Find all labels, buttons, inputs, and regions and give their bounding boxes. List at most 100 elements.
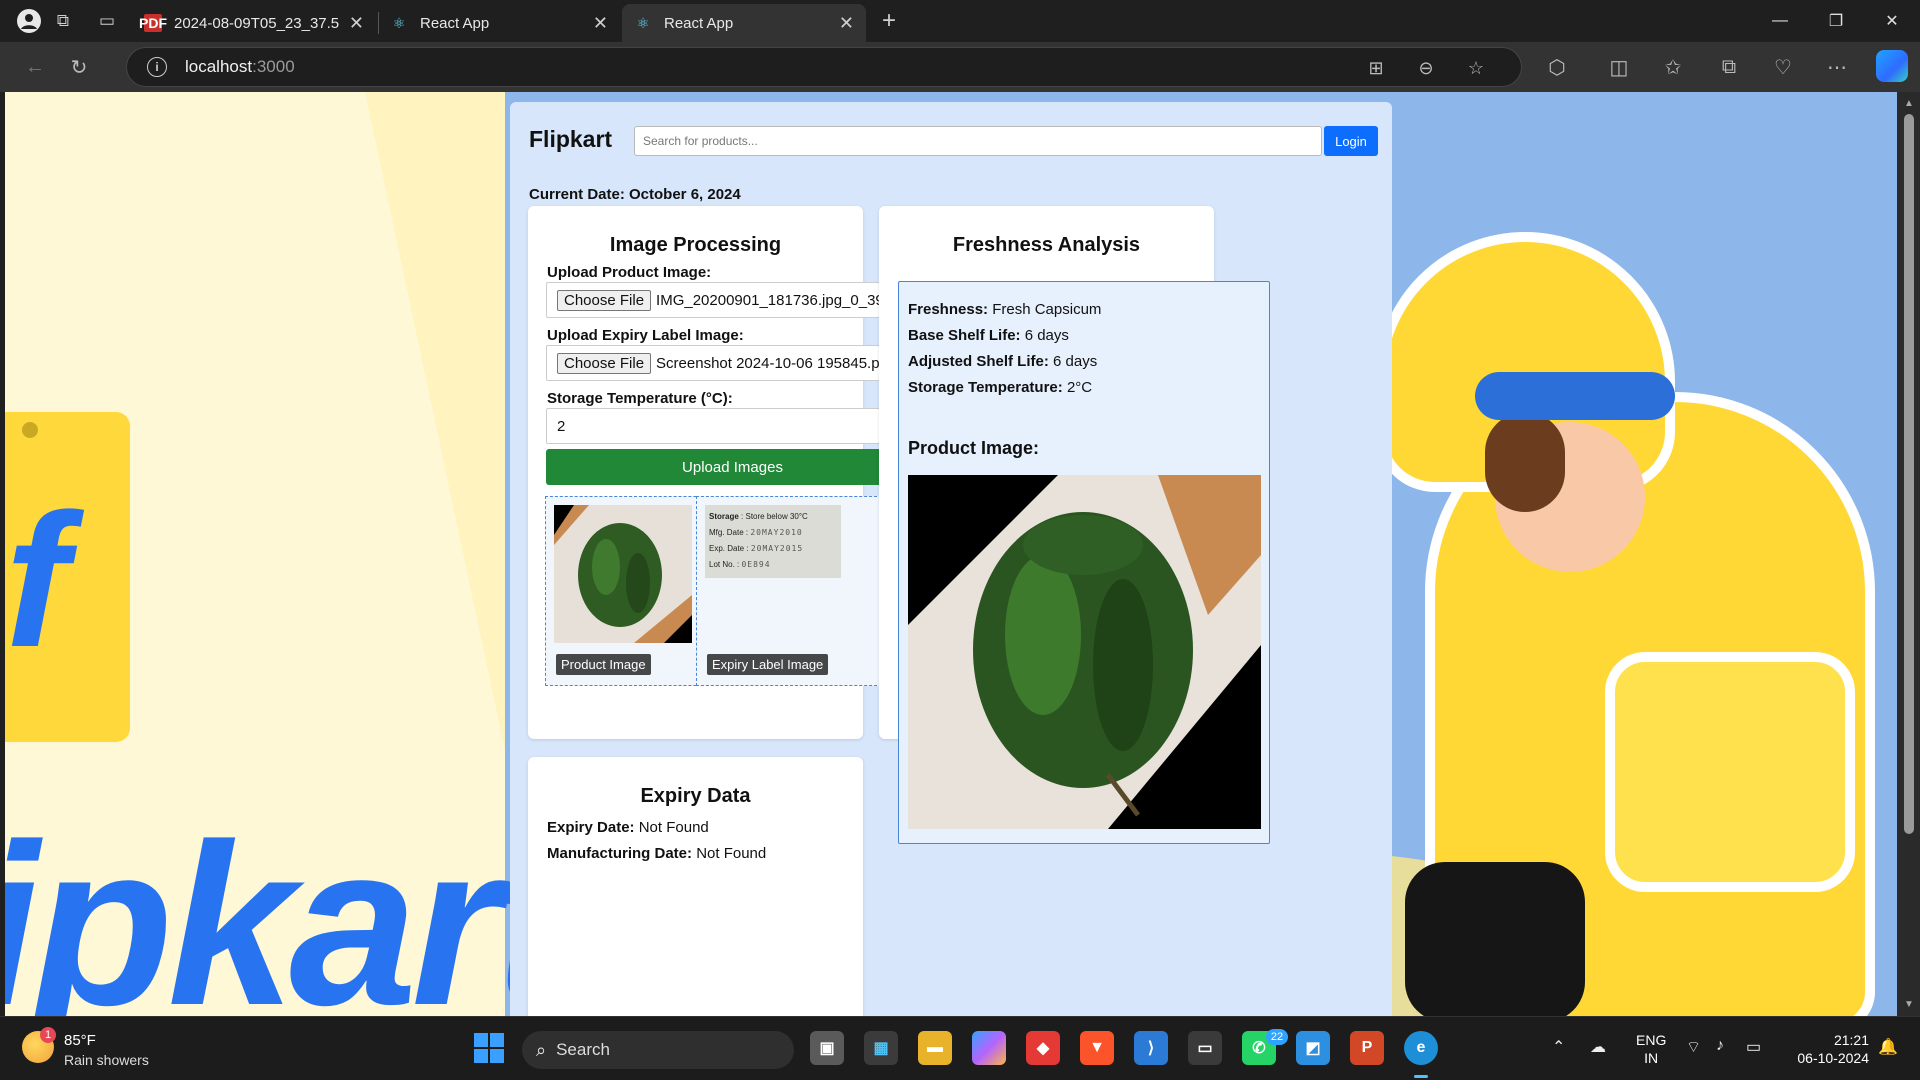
label-value: : Store below 30°C xyxy=(741,512,808,521)
login-button[interactable]: Login xyxy=(1324,126,1378,156)
language-code: ENG xyxy=(1636,1032,1667,1048)
label-key: Lot No. xyxy=(709,560,735,569)
expiry-label-preview: Storage : Store below 30°C Mfg. Date : 2… xyxy=(696,496,882,686)
app-available-icon[interactable]: ⊞ xyxy=(1359,51,1393,85)
info-icon[interactable]: i xyxy=(147,57,167,77)
storage-temperature-input[interactable] xyxy=(546,408,936,444)
scroll-down-icon[interactable]: ▼ xyxy=(1901,996,1917,1012)
notification-bell-icon[interactable]: 🔔 xyxy=(1878,1037,1898,1057)
powerpoint-icon[interactable]: P xyxy=(1350,1031,1384,1065)
address-port: :3000 xyxy=(252,57,295,76)
system-clock[interactable]: 21:21 06-10-2024 xyxy=(1785,1031,1869,1067)
edge-browser-icon[interactable]: e xyxy=(1404,1031,1438,1065)
tab-label: React App xyxy=(420,14,490,32)
label-value: 20MAY2015 xyxy=(750,544,804,553)
info-key: Storage Temperature: xyxy=(908,379,1063,396)
profile-icon[interactable] xyxy=(14,6,44,36)
base-shelf-life-line: Base Shelf Life: 6 days xyxy=(908,327,1069,344)
bag-rivet xyxy=(22,422,38,438)
task-view-icon[interactable]: ▣ xyxy=(810,1031,844,1065)
new-tab-icon[interactable]: + xyxy=(874,6,904,36)
app-header: Flipkart Login xyxy=(510,102,1392,162)
info-value: Not Found xyxy=(696,845,767,862)
scroll-thumb[interactable] xyxy=(1904,114,1914,834)
weather-description[interactable]: Rain showers xyxy=(64,1052,149,1068)
label-value: 0E894 xyxy=(741,560,771,569)
card-title: Freshness Analysis xyxy=(952,234,1141,256)
diamond-app-icon[interactable]: ◆ xyxy=(1026,1031,1060,1065)
language-indicator[interactable]: ENG IN xyxy=(1636,1031,1666,1067)
minimize-icon[interactable]: — xyxy=(1752,0,1808,42)
favorites-icon[interactable]: ✩ xyxy=(1656,50,1690,84)
terminal-icon[interactable]: ▭ xyxy=(1188,1031,1222,1065)
file-explorer-icon[interactable]: ▬ xyxy=(918,1031,952,1065)
taskbar-search[interactable]: ⌕ Search xyxy=(522,1031,794,1069)
choose-file-button[interactable]: Choose File xyxy=(557,352,652,374)
page-scrollbar[interactable]: ▲ ▼ xyxy=(1897,92,1920,1016)
onedrive-icon[interactable]: ☁ xyxy=(1590,1037,1606,1057)
vscode-icon[interactable]: ⟩ xyxy=(1134,1031,1168,1065)
pdf-icon: PDF xyxy=(139,14,167,32)
tab-react-app-1[interactable]: ⚛ React App ✕ xyxy=(378,4,620,42)
storage-temperature-label: Storage Temperature (°C): xyxy=(547,390,733,407)
search-input[interactable] xyxy=(634,126,1322,156)
refresh-icon[interactable]: ↻ xyxy=(62,50,96,84)
tab-label: 2024-08-09T05_23_37.502Z-Idea xyxy=(174,14,339,32)
restore-icon[interactable]: ❐ xyxy=(1808,0,1864,42)
address-text[interactable]: localhost:3000 xyxy=(185,57,295,77)
tab-react-app-2[interactable]: ⚛ React App ✕ xyxy=(622,4,866,42)
info-value: 6 days xyxy=(1053,353,1098,370)
brand-logo[interactable]: Flipkart xyxy=(529,126,612,153)
image-processing-card: Image Processing Upload Product Image: C… xyxy=(528,206,936,739)
brave-browser-icon[interactable]: ▼ xyxy=(1080,1031,1114,1065)
react-icon: ⚛ xyxy=(636,14,650,31)
card-title: Image Processing xyxy=(609,234,782,256)
windows-taskbar: 1 85°F Rain showers ⌕ Search ▣ ▦ ▬ ◆ ▼ ⟩… xyxy=(0,1016,1920,1080)
more-menu-icon[interactable]: ⋯ xyxy=(1820,50,1854,84)
window-close-icon[interactable]: ✕ xyxy=(1864,0,1920,42)
battery-icon[interactable]: ▭ xyxy=(1746,1037,1761,1057)
microsoft-store-icon[interactable]: ▦ xyxy=(864,1031,898,1065)
close-icon[interactable]: ✕ xyxy=(839,13,854,34)
tab-pdf[interactable]: PDF 2024-08-09T05_23_37.502Z-Idea ✕ xyxy=(132,4,376,42)
close-icon[interactable]: ✕ xyxy=(349,13,364,34)
address-host: localhost xyxy=(185,57,253,76)
copilot-app-icon[interactable] xyxy=(972,1031,1006,1065)
back-icon[interactable]: ← xyxy=(18,50,52,84)
expiry-image-label: Upload Expiry Label Image: xyxy=(547,327,744,344)
product-file-input[interactable]: Choose File IMG_20200901_181736.jpg_0_39… xyxy=(546,282,936,318)
label-key: Storage xyxy=(709,512,739,521)
volume-icon[interactable]: ♪ xyxy=(1716,1037,1724,1055)
product-image-title: Product Image: xyxy=(908,438,1040,458)
zoom-out-icon[interactable]: ⊖ xyxy=(1409,51,1443,85)
weather-badge: 1 xyxy=(40,1027,56,1043)
page-viewport: f ipkart Flipkart Login Current Date: Oc… xyxy=(5,92,1897,1016)
vertical-tabs-icon[interactable]: ▭ xyxy=(92,6,122,36)
upload-images-button[interactable]: Upload Images xyxy=(546,449,919,485)
photos-icon[interactable]: ◩ xyxy=(1296,1031,1330,1065)
address-bar[interactable]: i localhost:3000 ⊞ ⊖ ☆ xyxy=(126,47,1522,87)
weather-temperature[interactable]: 85°F xyxy=(64,1032,96,1049)
label-key: Mfg. Date xyxy=(709,528,744,537)
expiry-file-input[interactable]: Choose File Screenshot 2024-10-06 195845… xyxy=(546,345,936,381)
copilot-icon[interactable] xyxy=(1876,50,1908,82)
rider-hair-graphic xyxy=(1485,412,1565,512)
freshness-line: Freshness: Fresh Capsicum xyxy=(908,301,1101,318)
info-key: Freshness: xyxy=(908,301,989,318)
browser-toolbar: ← ↻ i localhost:3000 ⊞ ⊖ ☆ ⬡ ◫ ✩ ⧉ ♡ ⋯ xyxy=(0,42,1920,92)
collections-icon[interactable]: ⧉ xyxy=(1712,50,1746,84)
choose-file-button[interactable]: Choose File xyxy=(557,289,652,311)
scroll-up-icon[interactable]: ▲ xyxy=(1901,95,1917,111)
windows-start-icon[interactable] xyxy=(474,1033,504,1063)
region-code: IN xyxy=(1644,1050,1659,1066)
hidden-icons-chevron-icon[interactable]: ⌃ xyxy=(1552,1037,1565,1057)
split-screen-icon[interactable]: ◫ xyxy=(1602,50,1636,84)
close-icon[interactable]: ✕ xyxy=(593,13,608,34)
extensions-icon[interactable]: ⬡ xyxy=(1540,50,1574,84)
background-logo-text: ipkart xyxy=(5,796,571,1016)
tab-label: React App xyxy=(664,14,734,32)
browser-essentials-icon[interactable]: ♡ xyxy=(1766,50,1800,84)
workspaces-icon[interactable]: ⧉ xyxy=(48,6,78,36)
favorite-star-icon[interactable]: ☆ xyxy=(1459,51,1493,85)
wifi-icon[interactable]: ⌔ xyxy=(1686,1037,1701,1057)
